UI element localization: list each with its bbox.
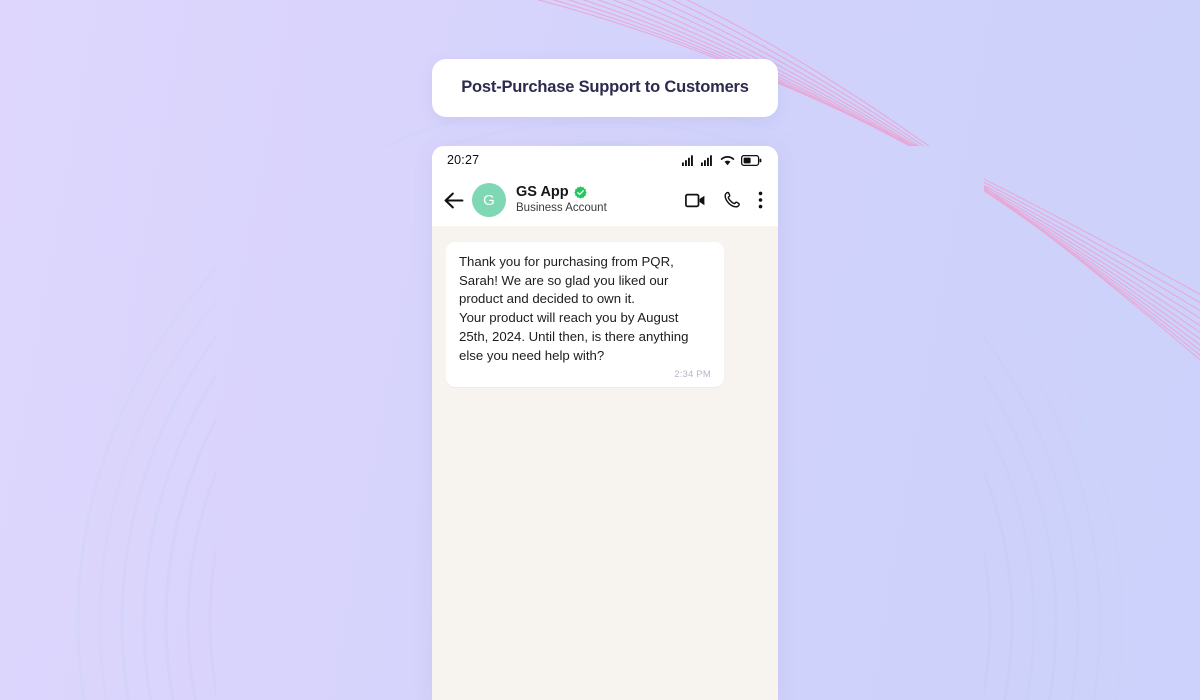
signal-icon — [701, 154, 712, 166]
wifi-icon — [720, 155, 735, 165]
contact-info[interactable]: GS App Business Account — [516, 184, 685, 217]
message-text: Thank you for purchasing from PQR, Sarah… — [459, 254, 689, 363]
battery-icon — [741, 154, 762, 166]
page-title: Post-Purchase Support to Customers — [461, 78, 749, 97]
video-call-icon[interactable] — [685, 193, 706, 208]
status-bar-icons — [682, 154, 762, 166]
avatar[interactable]: G — [472, 183, 506, 217]
panel-title-card-left: Post-Purchase Support to Customers — [432, 59, 778, 117]
message-bubble: Thank you for purchasing from PQR, Sarah… — [446, 242, 724, 388]
voice-call-icon[interactable] — [723, 191, 741, 209]
status-bar-clock: 20:27 — [447, 153, 480, 167]
signal-icon — [682, 154, 693, 166]
contact-subtitle: Business Account — [516, 202, 607, 215]
chat-header-actions — [685, 191, 765, 209]
status-bar: 20:27 — [432, 146, 778, 174]
phone-mockup-left: 20:27 G GS App Business Account Thank yo… — [432, 146, 778, 700]
contact-name: GS App — [516, 183, 569, 200]
verified-badge-icon — [573, 185, 587, 199]
chat-header: G GS App Business Account — [432, 174, 778, 226]
more-options-icon[interactable] — [758, 191, 763, 209]
contact-name-row: GS App — [516, 184, 685, 201]
message-timestamp: 2:34 PM — [674, 369, 711, 381]
chat-message-list: Thank you for purchasing from PQR, Sarah… — [432, 226, 778, 700]
arrow-left-icon[interactable] — [444, 192, 464, 209]
avatar-initial: G — [483, 191, 495, 209]
